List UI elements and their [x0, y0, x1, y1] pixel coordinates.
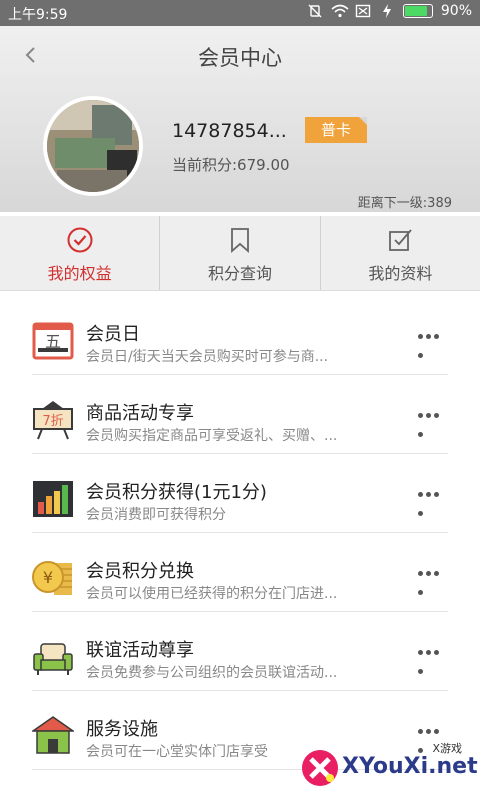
card-type-badge: 普卡	[305, 117, 367, 143]
wifi-icon	[331, 4, 349, 18]
item-title: 会员日	[86, 324, 140, 345]
username: 14787854...	[172, 120, 287, 142]
item-title: 会员积分获得(1元1分)	[86, 482, 267, 503]
more-button[interactable]	[418, 719, 448, 753]
benefit-list: 五 会员日 会员日/街天当天会员购买时可参与商... 7折 商品活动专享 会员购…	[0, 296, 480, 770]
tab-label: 积分查询	[207, 264, 272, 283]
tab-label: 我的资料	[368, 264, 433, 283]
more-button[interactable]	[418, 403, 448, 437]
discount-sign-text: 7折	[42, 414, 63, 429]
avatar-photo	[47, 100, 139, 192]
bookmark-icon	[231, 228, 249, 253]
tab-bar: 我的权益 积分查询 我的资料	[0, 216, 480, 291]
more-button[interactable]	[418, 324, 448, 358]
status-icons: 90%	[307, 3, 472, 19]
tab-my-profile[interactable]: 我的资料	[319, 216, 480, 290]
watermark: X游戏 XYouXi.net	[300, 740, 478, 790]
item-desc: 会员可以使用已经获得的积分在门店进...	[86, 586, 338, 602]
checkbox-icon	[389, 229, 412, 251]
tab-my-benefits[interactable]: 我的权益	[0, 216, 159, 290]
charging-icon	[379, 4, 395, 18]
member-header: 会员中心 14787854... 普卡 当前积分:679.00 距离下一级:38…	[0, 26, 480, 212]
list-item-social-events[interactable]: 联谊活动尊享 会员免费参与公司组织的会员联谊活动...	[0, 612, 480, 691]
tab-label: 我的权益	[47, 264, 112, 283]
avatar[interactable]	[43, 96, 143, 196]
list-item-points-earn[interactable]: 会员积分获得(1元1分) 会员消费即可获得积分	[0, 454, 480, 533]
store-icon	[32, 716, 74, 754]
more-button[interactable]	[418, 482, 448, 516]
battery-percent: 90%	[440, 3, 472, 19]
status-time: 上午9:59	[8, 7, 68, 23]
item-title: 商品活动专享	[86, 403, 194, 424]
bar-chart-icon	[33, 481, 73, 517]
item-desc: 会员免费参与公司组织的会员联谊活动...	[86, 665, 338, 681]
battery-fill	[404, 6, 427, 16]
item-desc: 会员购买指定商品可享受返礼、买赠、...	[86, 428, 338, 444]
no-sim-icon	[355, 4, 371, 18]
svg-text:¥: ¥	[43, 568, 53, 587]
item-title: 联谊活动尊享	[86, 640, 194, 661]
list-item-member-day[interactable]: 五 会员日 会员日/街天当天会员购买时可参与商...	[0, 296, 480, 375]
discount-sign-icon: 7折	[33, 401, 73, 440]
page-title: 会员中心	[198, 46, 282, 70]
item-desc: 会员消费即可获得积分	[86, 507, 226, 523]
calendar-icon: 五	[32, 322, 74, 360]
list-item-product-promo[interactable]: 7折 商品活动专享 会员购买指定商品可享受返礼、买赠、...	[0, 375, 480, 454]
item-desc: 会员日/街天当天会员购买时可参与商...	[86, 349, 329, 365]
battery-icon	[402, 4, 433, 18]
item-title: 服务设施	[86, 719, 158, 740]
more-button[interactable]	[418, 561, 448, 595]
calendar-icon-text: 五	[45, 332, 61, 351]
list-item-points-exchange[interactable]: ¥ 会员积分兑换 会员可以使用已经获得的积分在门店进...	[0, 533, 480, 612]
item-title: 会员积分兑换	[86, 561, 194, 582]
coin-stack-icon: ¥	[32, 561, 72, 595]
next-level-points: 距离下一级:389	[357, 196, 452, 211]
watermark-logo-icon	[302, 750, 338, 786]
tab-points-query[interactable]: 积分查询	[159, 216, 319, 290]
check-circle-icon	[67, 227, 93, 253]
sofa-icon	[33, 643, 73, 675]
item-desc: 会员可在一心堂实体门店享受	[86, 744, 268, 760]
more-button[interactable]	[418, 640, 448, 674]
watermark-big-text: XYouXi.net	[342, 754, 478, 779]
current-points: 当前积分:679.00	[172, 156, 290, 174]
status-bar: 上午9:59 90%	[0, 0, 480, 26]
vibrate-off-icon	[307, 4, 323, 18]
